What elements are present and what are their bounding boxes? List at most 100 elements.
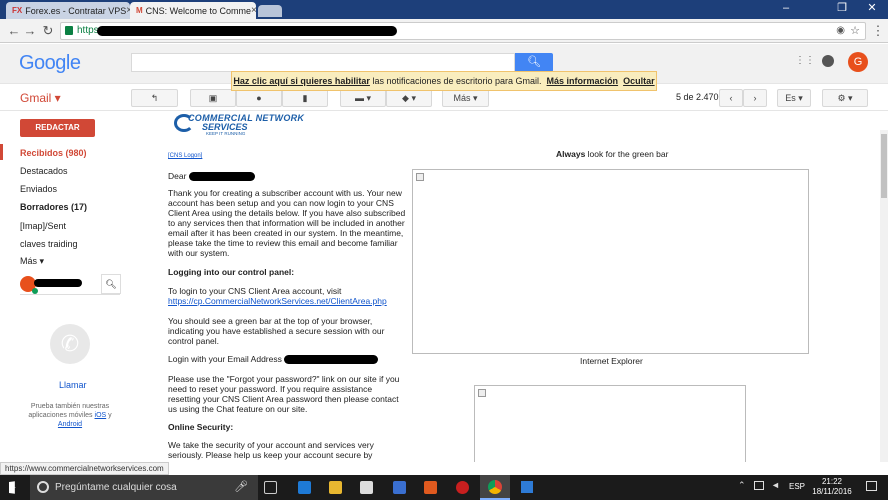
compose-button[interactable]: REDACTAR bbox=[20, 119, 95, 137]
newer-button[interactable]: ‹ bbox=[719, 89, 743, 107]
nav-sent[interactable]: Enviados bbox=[20, 184, 57, 194]
gmail-menu[interactable]: Gmail ▾ bbox=[20, 91, 61, 105]
more-button[interactable]: Más ▾ bbox=[442, 89, 489, 107]
close-tab-icon[interactable]: × bbox=[251, 5, 256, 16]
eye-icon[interactable]: ◉ bbox=[836, 23, 845, 39]
call-link[interactable]: Llamar bbox=[59, 380, 87, 390]
mobile-apps-promo: Prueba también nuestras aplicaciones móv… bbox=[24, 402, 116, 429]
tab-forex[interactable]: FX Forex.es - Contratar VPS × bbox=[6, 2, 130, 19]
chevron-left-icon: ‹ bbox=[729, 93, 733, 103]
new-tab-button[interactable] bbox=[258, 5, 282, 17]
browser-tab-strip: FX Forex.es - Contratar VPS × M CNS: Wel… bbox=[0, 0, 888, 19]
url-input[interactable]: https ◉ ☆ bbox=[60, 22, 866, 40]
search-icon: 🔍︎ bbox=[527, 56, 541, 68]
language-indicator[interactable]: ESP bbox=[789, 482, 805, 491]
nav-claves-traiding[interactable]: claves traiding bbox=[20, 239, 78, 249]
input-tools-button[interactable]: Es ▾ bbox=[777, 89, 811, 107]
nav-more-label: Más bbox=[20, 256, 38, 266]
notifications-icon[interactable] bbox=[822, 55, 834, 67]
notification-text: las notificaciones de escritorio para Gm… bbox=[372, 76, 542, 86]
star-icon[interactable]: ☆ bbox=[850, 23, 860, 39]
logo-text: Google bbox=[19, 52, 81, 74]
store-icon[interactable] bbox=[360, 481, 373, 494]
url-prefix: https bbox=[77, 25, 99, 36]
settings-button[interactable]: ⚙ ▾ bbox=[822, 89, 868, 107]
paragraph-security: We take the security of your account and… bbox=[168, 440, 374, 462]
windows-taskbar: Pregúntame cualquier cosa 🎤︎ ⌃ ◄ ESP 21:… bbox=[0, 475, 888, 500]
apps-grid-icon[interactable]: ⋮⋮ bbox=[795, 56, 815, 66]
cortana-search-input[interactable]: Pregúntame cualquier cosa 🎤︎ bbox=[30, 475, 258, 500]
tray-chevron-icon[interactable]: ⌃ bbox=[738, 480, 746, 491]
search-button[interactable]: 🔍︎ bbox=[515, 53, 553, 72]
nav-inbox[interactable]: Recibidos (980) bbox=[20, 148, 87, 158]
avatar[interactable]: G bbox=[848, 52, 868, 72]
always-text: Always bbox=[556, 149, 586, 159]
tab-gmail[interactable]: M CNS: Welcome to Comme × bbox=[130, 2, 256, 19]
lang-label: Es bbox=[785, 93, 796, 103]
paragraph-intro: Thank you for creating a subscriber acco… bbox=[168, 188, 406, 258]
app-icon[interactable] bbox=[393, 481, 406, 494]
online-status-icon bbox=[32, 288, 38, 294]
nav-imap-sent[interactable]: [Imap]/Sent bbox=[20, 221, 66, 231]
clock[interactable]: 21:22 18/11/2016 bbox=[812, 477, 852, 497]
labels-button[interactable]: ◆ ▾ bbox=[386, 89, 432, 107]
forward-icon[interactable]: → bbox=[22, 22, 38, 40]
app-icon[interactable] bbox=[456, 481, 469, 494]
archive-icon: ▣ bbox=[208, 93, 218, 103]
broken-image bbox=[474, 385, 746, 462]
close-window-icon[interactable]: ✕ bbox=[858, 0, 886, 18]
google-logo[interactable]: Google bbox=[19, 52, 81, 75]
search-input[interactable] bbox=[131, 53, 515, 72]
android-link[interactable]: Android bbox=[58, 421, 82, 428]
address-bar-row: ← → ↻ https ◉ ☆ ⋮ bbox=[0, 19, 888, 43]
phone-icon: ✆ bbox=[50, 324, 90, 364]
time: 21:22 bbox=[821, 477, 843, 486]
move-to-button[interactable]: ▬ ▾ bbox=[340, 89, 386, 107]
client-area-link[interactable]: https://cp.CommercialNetworkServices.net… bbox=[168, 296, 387, 306]
more-info-link[interactable]: Más información bbox=[547, 76, 619, 86]
dear-text: Dear bbox=[168, 171, 187, 181]
delete-button[interactable]: ▮ bbox=[282, 89, 328, 107]
back-icon[interactable]: ← bbox=[6, 22, 22, 40]
nav-drafts[interactable]: Borradores (17) bbox=[20, 202, 87, 212]
enable-notifications-link[interactable]: Haz clic aquí si quieres habilitar bbox=[233, 76, 370, 86]
file-explorer-icon[interactable] bbox=[329, 481, 342, 494]
app-icon[interactable] bbox=[521, 481, 533, 493]
ie-caption: Internet Explorer bbox=[580, 356, 643, 366]
microphone-icon[interactable]: 🎤︎ bbox=[234, 475, 248, 500]
forex-favicon: FX bbox=[12, 5, 23, 15]
cns-logon-link[interactable]: [CNS Logon] bbox=[168, 151, 202, 161]
action-center-icon[interactable] bbox=[866, 481, 877, 491]
nav-starred[interactable]: Destacados bbox=[20, 166, 68, 176]
login-text: To login to your CNS Client Area account… bbox=[168, 286, 342, 296]
minimize-icon[interactable]: – bbox=[772, 0, 800, 18]
hide-link[interactable]: Ocultar bbox=[623, 76, 655, 86]
folder-icon: ▬ ▾ bbox=[354, 93, 372, 103]
volume-icon[interactable]: ◄ bbox=[771, 480, 780, 490]
task-view-icon[interactable] bbox=[264, 481, 277, 494]
maximize-icon[interactable]: ❐ bbox=[828, 0, 856, 18]
redacted-url bbox=[97, 26, 397, 36]
nav-more[interactable]: Más ▾ bbox=[20, 256, 44, 267]
broken-image bbox=[412, 169, 809, 354]
menu-icon[interactable]: ⋮ bbox=[870, 22, 886, 40]
windows-start-icon[interactable] bbox=[9, 481, 16, 494]
tab-label: CNS: Welcome to Comme bbox=[145, 5, 252, 16]
scrollbar-thumb[interactable] bbox=[881, 134, 887, 198]
spam-icon: ● bbox=[256, 93, 262, 103]
archive-button[interactable]: ▣ bbox=[190, 89, 236, 107]
ios-link[interactable]: iOS bbox=[95, 412, 107, 419]
media-icon[interactable] bbox=[424, 481, 437, 494]
older-button[interactable]: › bbox=[743, 89, 767, 107]
back-to-inbox-button[interactable]: ↰ bbox=[131, 89, 178, 107]
edge-icon[interactable] bbox=[298, 481, 311, 494]
search-people-button[interactable]: 🔍︎ bbox=[101, 274, 121, 294]
chrome-taskbar-button[interactable] bbox=[480, 475, 510, 500]
network-icon[interactable] bbox=[754, 481, 764, 490]
gmail-label: Gmail bbox=[20, 91, 52, 105]
report-spam-button[interactable]: ● bbox=[236, 89, 282, 107]
notification-banner: Haz clic aquí si quieres habilitar las n… bbox=[231, 71, 657, 91]
pagination: 5 de 2.470 bbox=[676, 92, 719, 102]
reload-icon[interactable]: ↻ bbox=[40, 22, 56, 40]
redacted-name bbox=[188, 172, 255, 182]
